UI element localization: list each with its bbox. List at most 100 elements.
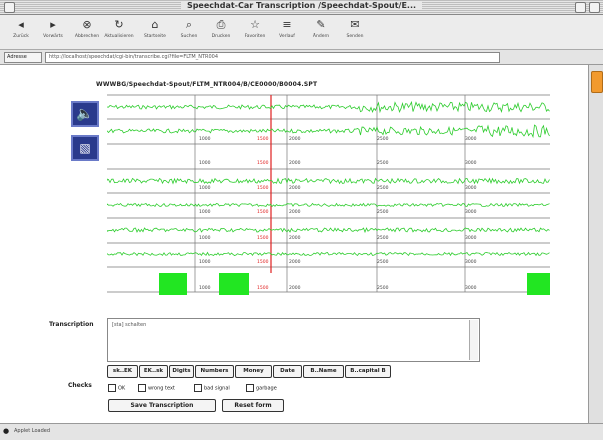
- browser-window: Speechdat-Car Transcription /Speechdat-S…: [0, 0, 603, 440]
- tag-button[interactable]: Numbers: [195, 365, 234, 378]
- home-icon: ⌂: [151, 18, 159, 31]
- tag-button[interactable]: EK..sk: [139, 365, 168, 378]
- address-input[interactable]: http://localhost/speechdat/cgi-bin/trans…: [45, 52, 500, 63]
- search-icon: ⌕: [185, 18, 193, 31]
- checkbox[interactable]: [246, 384, 254, 392]
- vertical-scrollbar[interactable]: [588, 65, 603, 423]
- reset-form-button[interactable]: Reset form: [222, 399, 284, 412]
- refresh-icon: ↻: [114, 18, 124, 31]
- check-option[interactable]: garbage: [246, 384, 277, 392]
- toolbar-refresh-button[interactable]: ↻ Aktualisieren: [104, 18, 134, 40]
- check-label: bad signal: [204, 385, 230, 392]
- time-tick-label: 1000: [199, 285, 211, 291]
- time-tick-label: 3000: [465, 160, 477, 166]
- play-button[interactable]: 🔈: [71, 101, 99, 127]
- toolbar-label: Abbrechen: [74, 34, 100, 39]
- title-bar[interactable]: Speechdat-Car Transcription /Speechdat-S…: [0, 0, 603, 15]
- toolbar-history-button[interactable]: ≡ Verlauf: [272, 18, 302, 40]
- window-title: Speechdat-Car Transcription /Speechdat-S…: [180, 1, 423, 10]
- file-path: WWWBG/Speechdat-Spout/FLTM_NTR004/B/CE00…: [96, 81, 318, 88]
- time-tick-label: 2500: [377, 209, 389, 215]
- history-icon: ≡: [282, 18, 292, 31]
- toolbar-edit-button[interactable]: ✎ Ändern: [306, 18, 336, 40]
- checkbox[interactable]: [194, 384, 202, 392]
- tag-button[interactable]: sk..EK: [107, 365, 138, 378]
- time-tick-label: 1500: [257, 136, 269, 142]
- transcription-text: [sta] schalten: [112, 322, 147, 328]
- save-transcription-button[interactable]: Save Transcription: [108, 399, 216, 412]
- tag-button[interactable]: B..Name: [303, 365, 344, 378]
- waveform-trace: [107, 202, 550, 208]
- time-tick-label: 1500: [257, 285, 269, 291]
- check-option[interactable]: wrong text: [138, 384, 175, 392]
- tag-button[interactable]: Digits: [169, 365, 194, 378]
- globe-icon: ●: [3, 427, 10, 435]
- toolbar-back-button[interactable]: ◂ Zurück: [6, 18, 36, 40]
- toolbar-print-button[interactable]: ⎙ Drucken: [206, 18, 236, 40]
- transcription-scrollbar[interactable]: [469, 320, 478, 360]
- time-tick-label: 2500: [377, 259, 389, 265]
- toolbar-favorites-button[interactable]: ☆ Favoriten: [240, 18, 270, 40]
- toolbar-label: Ändern: [312, 34, 330, 39]
- scrollbar-thumb[interactable]: [591, 71, 603, 93]
- toolbar-forward-button[interactable]: ▸ Vorwärts: [38, 18, 68, 40]
- time-tick-label: 3000: [465, 285, 477, 291]
- time-tick-label: 2000: [289, 235, 301, 241]
- time-tick-label: 2000: [289, 136, 301, 142]
- time-tick-label: 1500: [257, 259, 269, 265]
- toolbar-mail-button[interactable]: ✉ Senden: [340, 18, 370, 40]
- edit-icon: ✎: [316, 18, 326, 31]
- print-icon: ⎙: [216, 18, 226, 31]
- time-tick-label: 2500: [377, 185, 389, 191]
- time-tick-label: 2000: [289, 185, 301, 191]
- check-option[interactable]: bad signal: [194, 384, 230, 392]
- toolbar-home-button[interactable]: ⌂ Startseite: [140, 18, 170, 40]
- segment-block: [527, 273, 550, 295]
- browser-toolbar: ◂ Zurück ▸ Vorwärts ⊗ Abbrechen ↻ Aktualisieren…: [0, 15, 603, 50]
- check-option[interactable]: OK: [108, 384, 125, 392]
- time-tick-label: 2000: [289, 160, 301, 166]
- address-bar: Adresse http://localhost/speechdat/cgi-b…: [0, 50, 603, 65]
- check-label: garbage: [256, 385, 277, 392]
- stop-icon: ⊗: [82, 18, 92, 31]
- waveform-trace: [107, 177, 550, 185]
- time-tick-label: 1000: [199, 209, 211, 215]
- back-icon: ◂: [18, 18, 24, 31]
- mail-icon: ✉: [350, 18, 360, 31]
- waveform-display[interactable]: 1000 1500 2000 2500 3000 1000 1500 2000 2500 3000…: [107, 93, 550, 295]
- waveform-trace: [107, 227, 550, 234]
- time-tick-label: 2500: [377, 136, 389, 142]
- favorites-icon: ☆: [250, 18, 260, 31]
- collapse-box-icon[interactable]: [589, 2, 600, 13]
- time-tick-label: 2500: [377, 160, 389, 166]
- segment-block: [219, 273, 249, 295]
- time-tick-label: 1500: [257, 235, 269, 241]
- tag-button[interactable]: Money: [235, 365, 272, 378]
- waveform-trace: [107, 100, 550, 114]
- tag-button[interactable]: Date: [273, 365, 302, 378]
- toolbar-label: Aktualisieren: [104, 34, 134, 39]
- stop-button[interactable]: ▧: [71, 135, 99, 161]
- toolbar-stop-button[interactable]: ⊗ Abbrechen: [72, 18, 102, 40]
- transcription-textarea[interactable]: [sta] schalten: [107, 318, 480, 362]
- toolbar-label: Zurück: [13, 34, 29, 39]
- toolbar-label: Drucken: [211, 34, 231, 39]
- speaker-icon: 🔈: [76, 106, 94, 122]
- time-tick-label: 1000: [199, 185, 211, 191]
- time-tick-label: 3000: [465, 235, 477, 241]
- tag-button[interactable]: B..capital B: [345, 365, 391, 378]
- time-tick-label: 1000: [199, 235, 211, 241]
- checkbox[interactable]: [138, 384, 146, 392]
- forward-icon: ▸: [50, 18, 56, 31]
- time-tick-label: 2000: [289, 259, 301, 265]
- time-tick-label: 1500: [257, 185, 269, 191]
- toolbar-search-button[interactable]: ⌕ Suchen: [174, 18, 204, 40]
- transcription-label: Transcription: [49, 321, 94, 328]
- time-tick-label: 1000: [199, 136, 211, 142]
- time-tick-label: 3000: [465, 209, 477, 215]
- time-tick-label: 1500: [257, 160, 269, 166]
- checkbox[interactable]: [108, 384, 116, 392]
- page-content: WWWBG/Speechdat-Spout/FLTM_NTR004/B/CE00…: [0, 65, 588, 423]
- toolbar-label: Suchen: [180, 34, 198, 39]
- zoom-box-icon[interactable]: [575, 2, 586, 13]
